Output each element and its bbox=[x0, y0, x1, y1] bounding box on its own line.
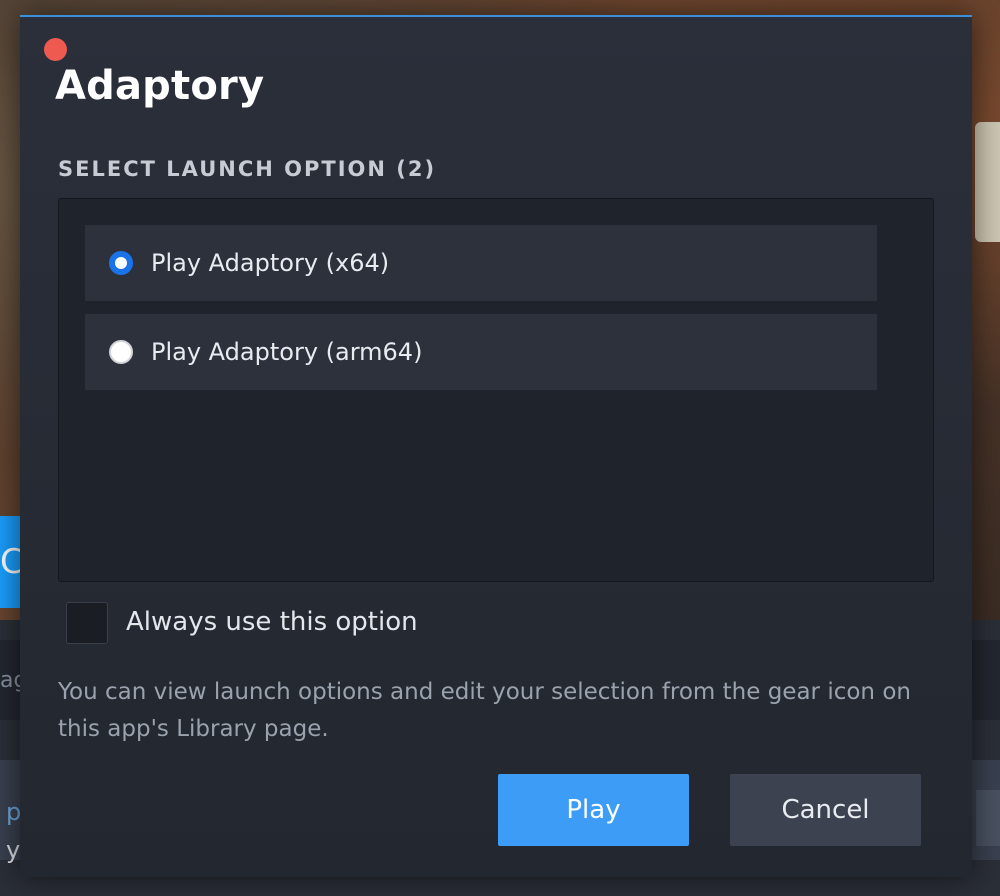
radio-unselected-icon[interactable] bbox=[109, 340, 133, 364]
launch-option-label: Play Adaptory (arm64) bbox=[151, 338, 423, 366]
radio-selected-icon[interactable] bbox=[109, 251, 133, 275]
dialog-title: Adaptory bbox=[55, 63, 265, 109]
launch-options-list: Play Adaptory (x64) Play Adaptory (arm64… bbox=[58, 198, 934, 582]
always-use-label[interactable]: Always use this option bbox=[126, 607, 418, 637]
cancel-button[interactable]: Cancel bbox=[730, 774, 921, 846]
help-text: You can view launch options and edit you… bbox=[58, 679, 911, 742]
launch-option-label: Play Adaptory (x64) bbox=[151, 249, 390, 277]
background-side-button[interactable] bbox=[976, 790, 1000, 846]
play-button[interactable]: Play bbox=[498, 774, 689, 846]
section-label: SELECT LAUNCH OPTION (2) bbox=[58, 157, 437, 181]
background-side-art bbox=[975, 122, 1000, 242]
launch-option-x64[interactable]: Play Adaptory (x64) bbox=[85, 225, 877, 301]
background-play-button[interactable]: CA bbox=[0, 516, 22, 608]
background-play-text: CA bbox=[0, 542, 22, 582]
launch-option-arm64[interactable]: Play Adaptory (arm64) bbox=[85, 314, 877, 390]
launch-options-dialog: Adaptory SELECT LAUNCH OPTION (2) Play A… bbox=[20, 15, 972, 877]
always-use-checkbox[interactable] bbox=[66, 602, 108, 644]
background-partial-text: ag bbox=[0, 668, 20, 693]
close-window-button[interactable] bbox=[44, 38, 67, 61]
